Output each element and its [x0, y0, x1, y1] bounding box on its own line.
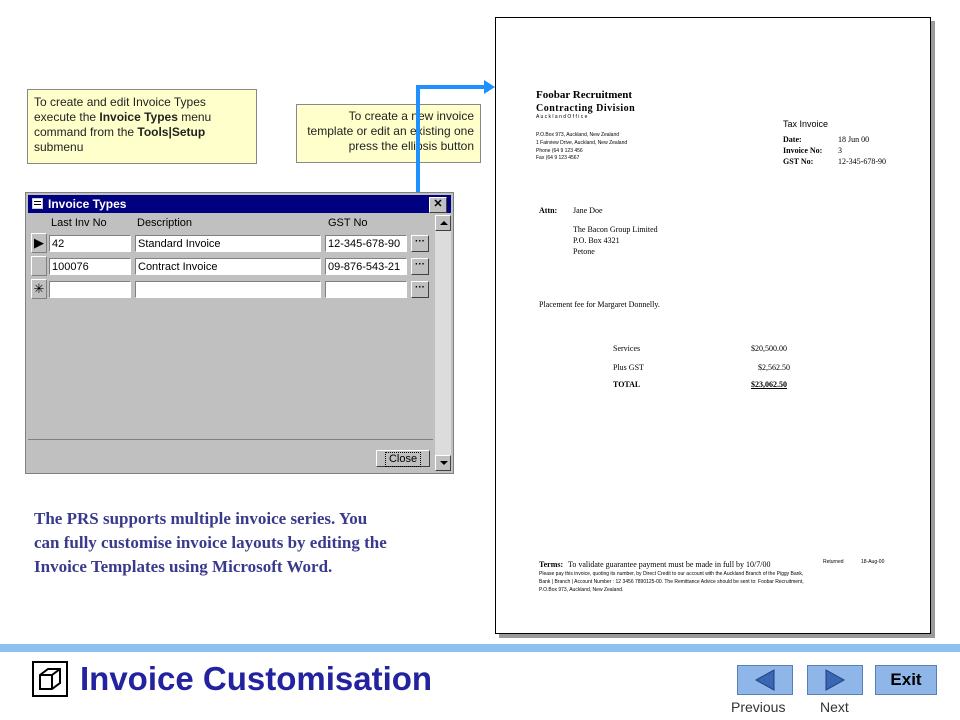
description-field[interactable] [135, 258, 321, 275]
last-inv-no-field[interactable] [49, 281, 131, 298]
division-name: Contracting Division [536, 103, 636, 114]
description-field[interactable] [135, 281, 321, 298]
terms-text: To validate guarantee payment must be ma… [568, 560, 771, 569]
footer-divider-bar [0, 644, 960, 652]
ellipsis-callout-text: To create a new invoice template or edit… [307, 109, 474, 153]
box-icon [32, 661, 68, 697]
office-name: A u c k l a n d O f f i c e [536, 114, 588, 120]
description-field[interactable] [135, 235, 321, 252]
ellipsis-button[interactable]: ··· [411, 258, 429, 275]
address-line-1: P.O.Box 973, Auckland, New Zealand [536, 132, 620, 138]
ellipsis-callout: To create a new invoice template or edit… [296, 104, 481, 163]
fax-line: Fax (64 9 123 4567 [536, 155, 580, 161]
instructions-callout: To create and edit Invoice Types execute… [27, 89, 257, 164]
returned-label: Returned [823, 559, 844, 565]
attn-label: Attn: [539, 206, 558, 215]
gst-no-field[interactable] [325, 258, 407, 275]
callout-bold-tools-setup: Tools|Setup [137, 125, 206, 139]
description-paragraph: The PRS supports multiple invoice series… [34, 509, 387, 576]
invoice-no-value: 3 [838, 146, 842, 155]
ellipsis-button[interactable]: ··· [411, 281, 429, 298]
services-value: $20,500.00 [751, 344, 787, 353]
record-selector[interactable]: ▶ [31, 233, 47, 253]
slide-title: Invoice Customisation [80, 660, 433, 697]
close-button-label: Close [384, 452, 422, 467]
recipient-city: Petone [573, 247, 595, 256]
invoice-types-dialog: Invoice Types ✕ Last Inv No Description … [25, 192, 454, 474]
invoice-no-label: Invoice No: [783, 146, 823, 155]
placement-description: Placement fee for Margaret Donnelly. [539, 300, 660, 309]
exit-button[interactable]: Exit [875, 665, 937, 695]
company-name: Foobar Recruitment [536, 89, 633, 101]
date-label: Date: [783, 135, 802, 144]
attn-name: Jane Doe [573, 206, 603, 215]
connector-arrowhead [484, 80, 495, 94]
payment-instructions-3: P.O.Box 973, Auckland, New Zealand. [539, 587, 624, 593]
gst-no-field[interactable] [325, 235, 407, 252]
scroll-up-button[interactable] [435, 215, 451, 231]
record-selector[interactable] [31, 256, 47, 276]
column-header-description: Description [137, 217, 193, 229]
recipient-address: P.O. Box 4321 [573, 236, 620, 245]
total-label: TOTAL [613, 380, 641, 389]
connector-horizontal [416, 85, 486, 89]
records-grid: ▶ ··· ··· ✳ ··· [28, 231, 433, 443]
ellipsis-button[interactable]: ··· [411, 235, 429, 252]
close-button[interactable]: Close [376, 450, 430, 467]
dialog-title: Invoice Types [48, 197, 127, 211]
column-header-gst-no: GST No [328, 217, 368, 229]
arrow-down-icon [440, 461, 448, 465]
services-label: Services [613, 344, 641, 353]
tax-invoice-heading: Tax Invoice [783, 119, 829, 129]
total-value: $23,062.50 [751, 380, 787, 389]
triangle-left-icon [754, 669, 775, 691]
date-value: 18 Jun 00 [838, 135, 870, 144]
phone-line: Phone (64 9 123 456 [536, 148, 583, 154]
last-inv-no-field[interactable] [49, 235, 131, 252]
returned-value: 18-Aug-00 [861, 559, 885, 565]
arrow-up-icon [440, 221, 448, 225]
next-button[interactable] [807, 665, 863, 695]
recipient-company: The Bacon Group Limited [573, 225, 658, 234]
gst-no-value: 12-345-678-90 [838, 157, 886, 166]
gst-no-label: GST No: [783, 157, 814, 166]
address-line-2: 1 Fairview Drive, Auckland, New Zealand [536, 140, 628, 146]
grid-divider [28, 439, 433, 440]
callout-text-3: submenu [34, 140, 84, 154]
dialog-titlebar[interactable]: Invoice Types ✕ [28, 195, 451, 213]
last-inv-no-field[interactable] [49, 258, 131, 275]
invoice-preview-page: Foobar Recruitment Contracting Division … [495, 17, 931, 634]
callout-bold-invoice-types: Invoice Types [99, 110, 178, 124]
triangle-right-icon [825, 669, 846, 691]
plus-gst-value: $2,562.50 [758, 363, 790, 372]
form-icon [32, 198, 43, 209]
vertical-scrollbar[interactable] [435, 215, 451, 471]
gst-no-field[interactable] [325, 281, 407, 298]
column-header-last-inv-no: Last Inv No [51, 217, 107, 229]
terms-label: Terms: [539, 560, 564, 569]
close-icon[interactable]: ✕ [429, 197, 447, 213]
box-icon-graphic [39, 668, 61, 690]
new-record-selector[interactable]: ✳ [31, 279, 47, 299]
previous-label: Previous [731, 699, 786, 715]
payment-instructions-2: Bank | Branch | Account Number : 12 3456… [539, 579, 804, 585]
plus-gst-label: Plus GST [613, 363, 644, 372]
scroll-down-button[interactable] [435, 455, 451, 471]
payment-instructions-1: Please pay this invoice, quoting its num… [539, 571, 804, 577]
previous-button[interactable] [737, 665, 793, 695]
next-label: Next [820, 699, 849, 715]
